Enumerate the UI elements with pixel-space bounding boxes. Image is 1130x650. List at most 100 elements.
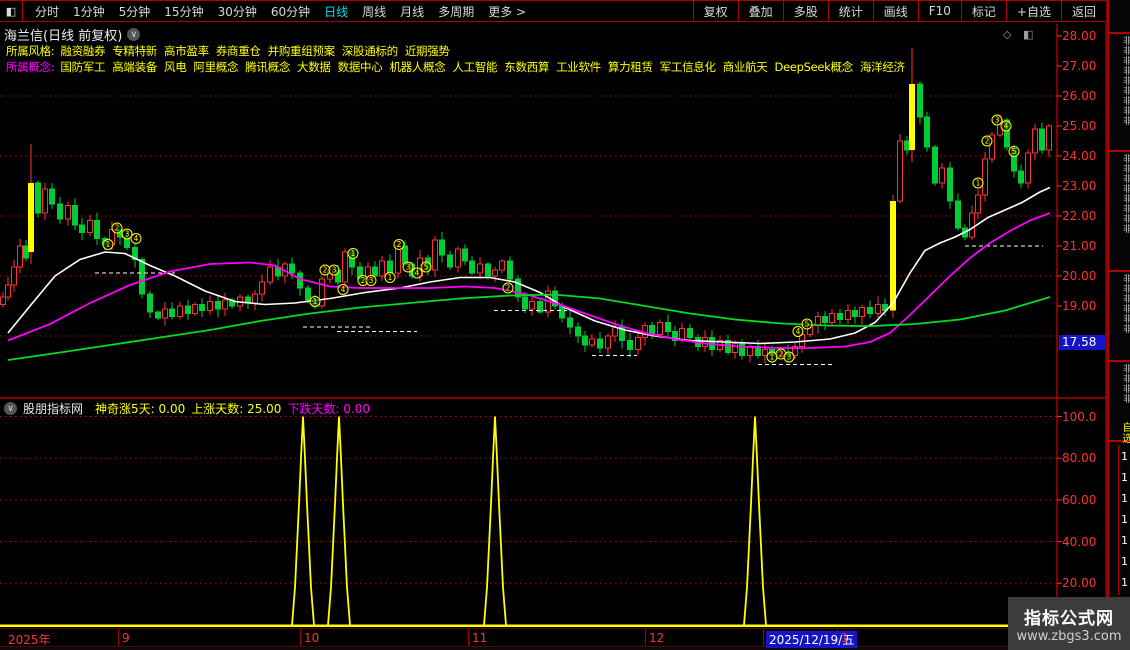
menu-item-5[interactable]: 30分钟: [218, 3, 257, 20]
date-label-4: 11: [472, 631, 488, 645]
menu-item-10[interactable]: 多周期: [438, 3, 474, 20]
style-tag-6[interactable]: 深股通标的: [342, 44, 398, 58]
style-tag-4[interactable]: 券商重仓: [216, 44, 261, 58]
tool-item-3[interactable]: 多股: [782, 1, 828, 21]
main-chart-canvas[interactable]: 123 412 3412 3 1234521 2 34512345: [0, 0, 1130, 650]
menu-item-9[interactable]: 月线: [400, 3, 424, 20]
menu-item-11[interactable]: 更多 >: [488, 3, 526, 20]
clipped-digit: 1: [1121, 576, 1128, 589]
chevron-down-icon[interactable]: ∨: [127, 28, 141, 41]
signal-spike: [291, 416, 315, 626]
style-tag-7[interactable]: 近期强势: [405, 44, 450, 58]
menu-item-4[interactable]: 15分钟: [164, 3, 203, 20]
menu-item-1[interactable]: 分时: [35, 3, 59, 20]
date-divider: [468, 629, 469, 646]
style-row-label: 所属风格:: [6, 44, 55, 58]
concept-tag-4[interactable]: 阿里概念: [193, 60, 238, 74]
indicator-values: 神奇涨5天: 0.00 上涨天数: 25.00 下跌天数: 0.00: [89, 400, 370, 417]
svg-text:3: 3: [332, 266, 337, 275]
concept-tag-16[interactable]: 海洋经济: [860, 60, 905, 74]
svg-text:4: 4: [341, 285, 346, 294]
svg-text:5: 5: [805, 320, 810, 329]
concept-tag-15[interactable]: DeepSeek概念: [775, 60, 854, 74]
ind-label-80.00: 80.00: [1062, 451, 1097, 466]
concept-tag-10[interactable]: 东数西算: [504, 60, 549, 74]
concept-tag-12[interactable]: 算力租赁: [608, 60, 653, 74]
tool-item-8[interactable]: +自选: [1005, 1, 1061, 21]
svg-text:3: 3: [125, 230, 130, 239]
menu-item-6[interactable]: 60分钟: [271, 3, 310, 20]
svg-text:4: 4: [415, 269, 420, 278]
svg-text:3: 3: [787, 353, 792, 362]
concept-tag-1[interactable]: 国防军工: [60, 60, 105, 74]
price-label-28.00: 28.00: [1062, 29, 1097, 43]
watermark-url: www.zbgs3.com: [1016, 628, 1122, 644]
strip-separator: [1109, 360, 1130, 362]
svg-text:3: 3: [369, 276, 374, 285]
tool-item-1[interactable]: 复权: [692, 1, 738, 21]
svg-text:2: 2: [985, 137, 990, 146]
style-tag-3[interactable]: 高市盈率: [164, 44, 209, 58]
concept-tag-13[interactable]: 军工信息化: [660, 60, 716, 74]
indicator-field-3: 下跌天数: 0.00: [287, 402, 371, 416]
ind-label-60.00: 60.00: [1062, 492, 1097, 507]
menu-item-7[interactable]: 日线: [324, 3, 348, 20]
signal-candle: [909, 84, 915, 150]
clipped-digit: 1: [1121, 555, 1128, 568]
window-layout-icon[interactable]: ◧: [0, 1, 23, 21]
svg-text:3: 3: [995, 116, 1000, 125]
tool-item-6[interactable]: F10: [917, 1, 961, 21]
concept-tag-11[interactable]: 工业软件: [556, 60, 601, 74]
title-row: 海兰信(日线 前复权) ∨: [4, 25, 141, 44]
clipped-digit: 1: [1121, 513, 1128, 526]
indicator-source: 股朋指标网: [23, 402, 84, 416]
strip-separator: [1109, 32, 1130, 34]
svg-text:1: 1: [976, 179, 981, 188]
concept-tag-14[interactable]: 商业航天: [723, 60, 768, 74]
style-tag-2[interactable]: 专精特新: [112, 44, 157, 58]
collapse-panel-icon[interactable]: ∨: [4, 402, 17, 415]
top-menu-bar: ◧ 分时 1分钟 5分钟 15分钟 30分钟 60分钟 日线 周线 月线 多周期 更多 > 复权 叠加…: [0, 0, 1106, 22]
date-divider: [645, 629, 646, 646]
diamond-icon[interactable]: ◇: [1003, 28, 1011, 41]
menu-item-2[interactable]: 1分钟: [73, 3, 105, 20]
date-label-7: 1: [841, 631, 849, 645]
menu-item-3[interactable]: 5分钟: [119, 3, 151, 20]
signal-candle: [28, 183, 34, 252]
style-row: 所属风格: 融资融券 专精特新 高市盈率 券商重仓 并购重组预案 深股通标的 近期强势: [6, 43, 457, 59]
svg-text:2: 2: [506, 284, 511, 293]
menu-item-8[interactable]: 周线: [362, 3, 386, 20]
watermark-site-name: 指标公式网: [1024, 608, 1114, 629]
concept-tag-7[interactable]: 数据中心: [338, 60, 383, 74]
date-axis[interactable]: 2025年 9 10 11 12 2025/12/19/五 1: [0, 629, 1106, 648]
stock-title: 海兰信(日线 前复权): [4, 29, 123, 44]
price-label-20.00: 20.00: [1062, 269, 1097, 283]
strip-separator: [1109, 270, 1130, 272]
concept-tag-6[interactable]: 大数据: [297, 60, 331, 74]
split-window-icon[interactable]: ◧: [1023, 28, 1033, 41]
concept-tag-2[interactable]: 高端装备: [112, 60, 157, 74]
concept-tag-9[interactable]: 人工智能: [452, 60, 497, 74]
tool-item-4[interactable]: 统计: [827, 1, 873, 21]
signal-spike: [483, 416, 507, 626]
style-tag-1[interactable]: 融资融券: [60, 44, 105, 58]
clipped-side-panel[interactable]: 非非非非非非非非非 非非非非非非非非 非非非非非非 非非非非 自选 1 1 1 1 1 1 1: [1107, 0, 1130, 650]
concept-tag-3[interactable]: 风电: [164, 60, 187, 74]
indicator-header: ∨ 股朋指标网 神奇涨5天: 0.00 上涨天数: 25.00 下跌天数: 0.00: [4, 400, 370, 417]
tool-item-7[interactable]: 标记: [960, 1, 1006, 21]
tool-item-2[interactable]: 叠加: [737, 1, 783, 21]
style-tag-5[interactable]: 并购重组预案: [268, 44, 336, 58]
price-label-25.00: 25.00: [1062, 119, 1097, 133]
price-label-19.00: 19.00: [1062, 299, 1097, 313]
svg-text:3: 3: [406, 263, 411, 272]
period-menu: 分时 1分钟 5分钟 15分钟 30分钟 60分钟 日线 周线 月线 多周期 更多 >: [23, 3, 693, 20]
sub-baseline: [0, 624, 1055, 627]
tool-item-9[interactable]: 返回: [1060, 1, 1106, 21]
concept-tag-8[interactable]: 机器人概念: [389, 60, 445, 74]
concept-tag-5[interactable]: 腾讯概念: [245, 60, 290, 74]
ind-label-100.0: 100.0: [1062, 409, 1097, 424]
tool-item-5[interactable]: 画线: [872, 1, 918, 21]
price-label-21.00: 21.00: [1062, 239, 1097, 253]
stock-app-window: { "top_menu": { "left_items": [ {"label"…: [0, 0, 1130, 650]
price-label-24.00: 24.00: [1062, 149, 1097, 163]
